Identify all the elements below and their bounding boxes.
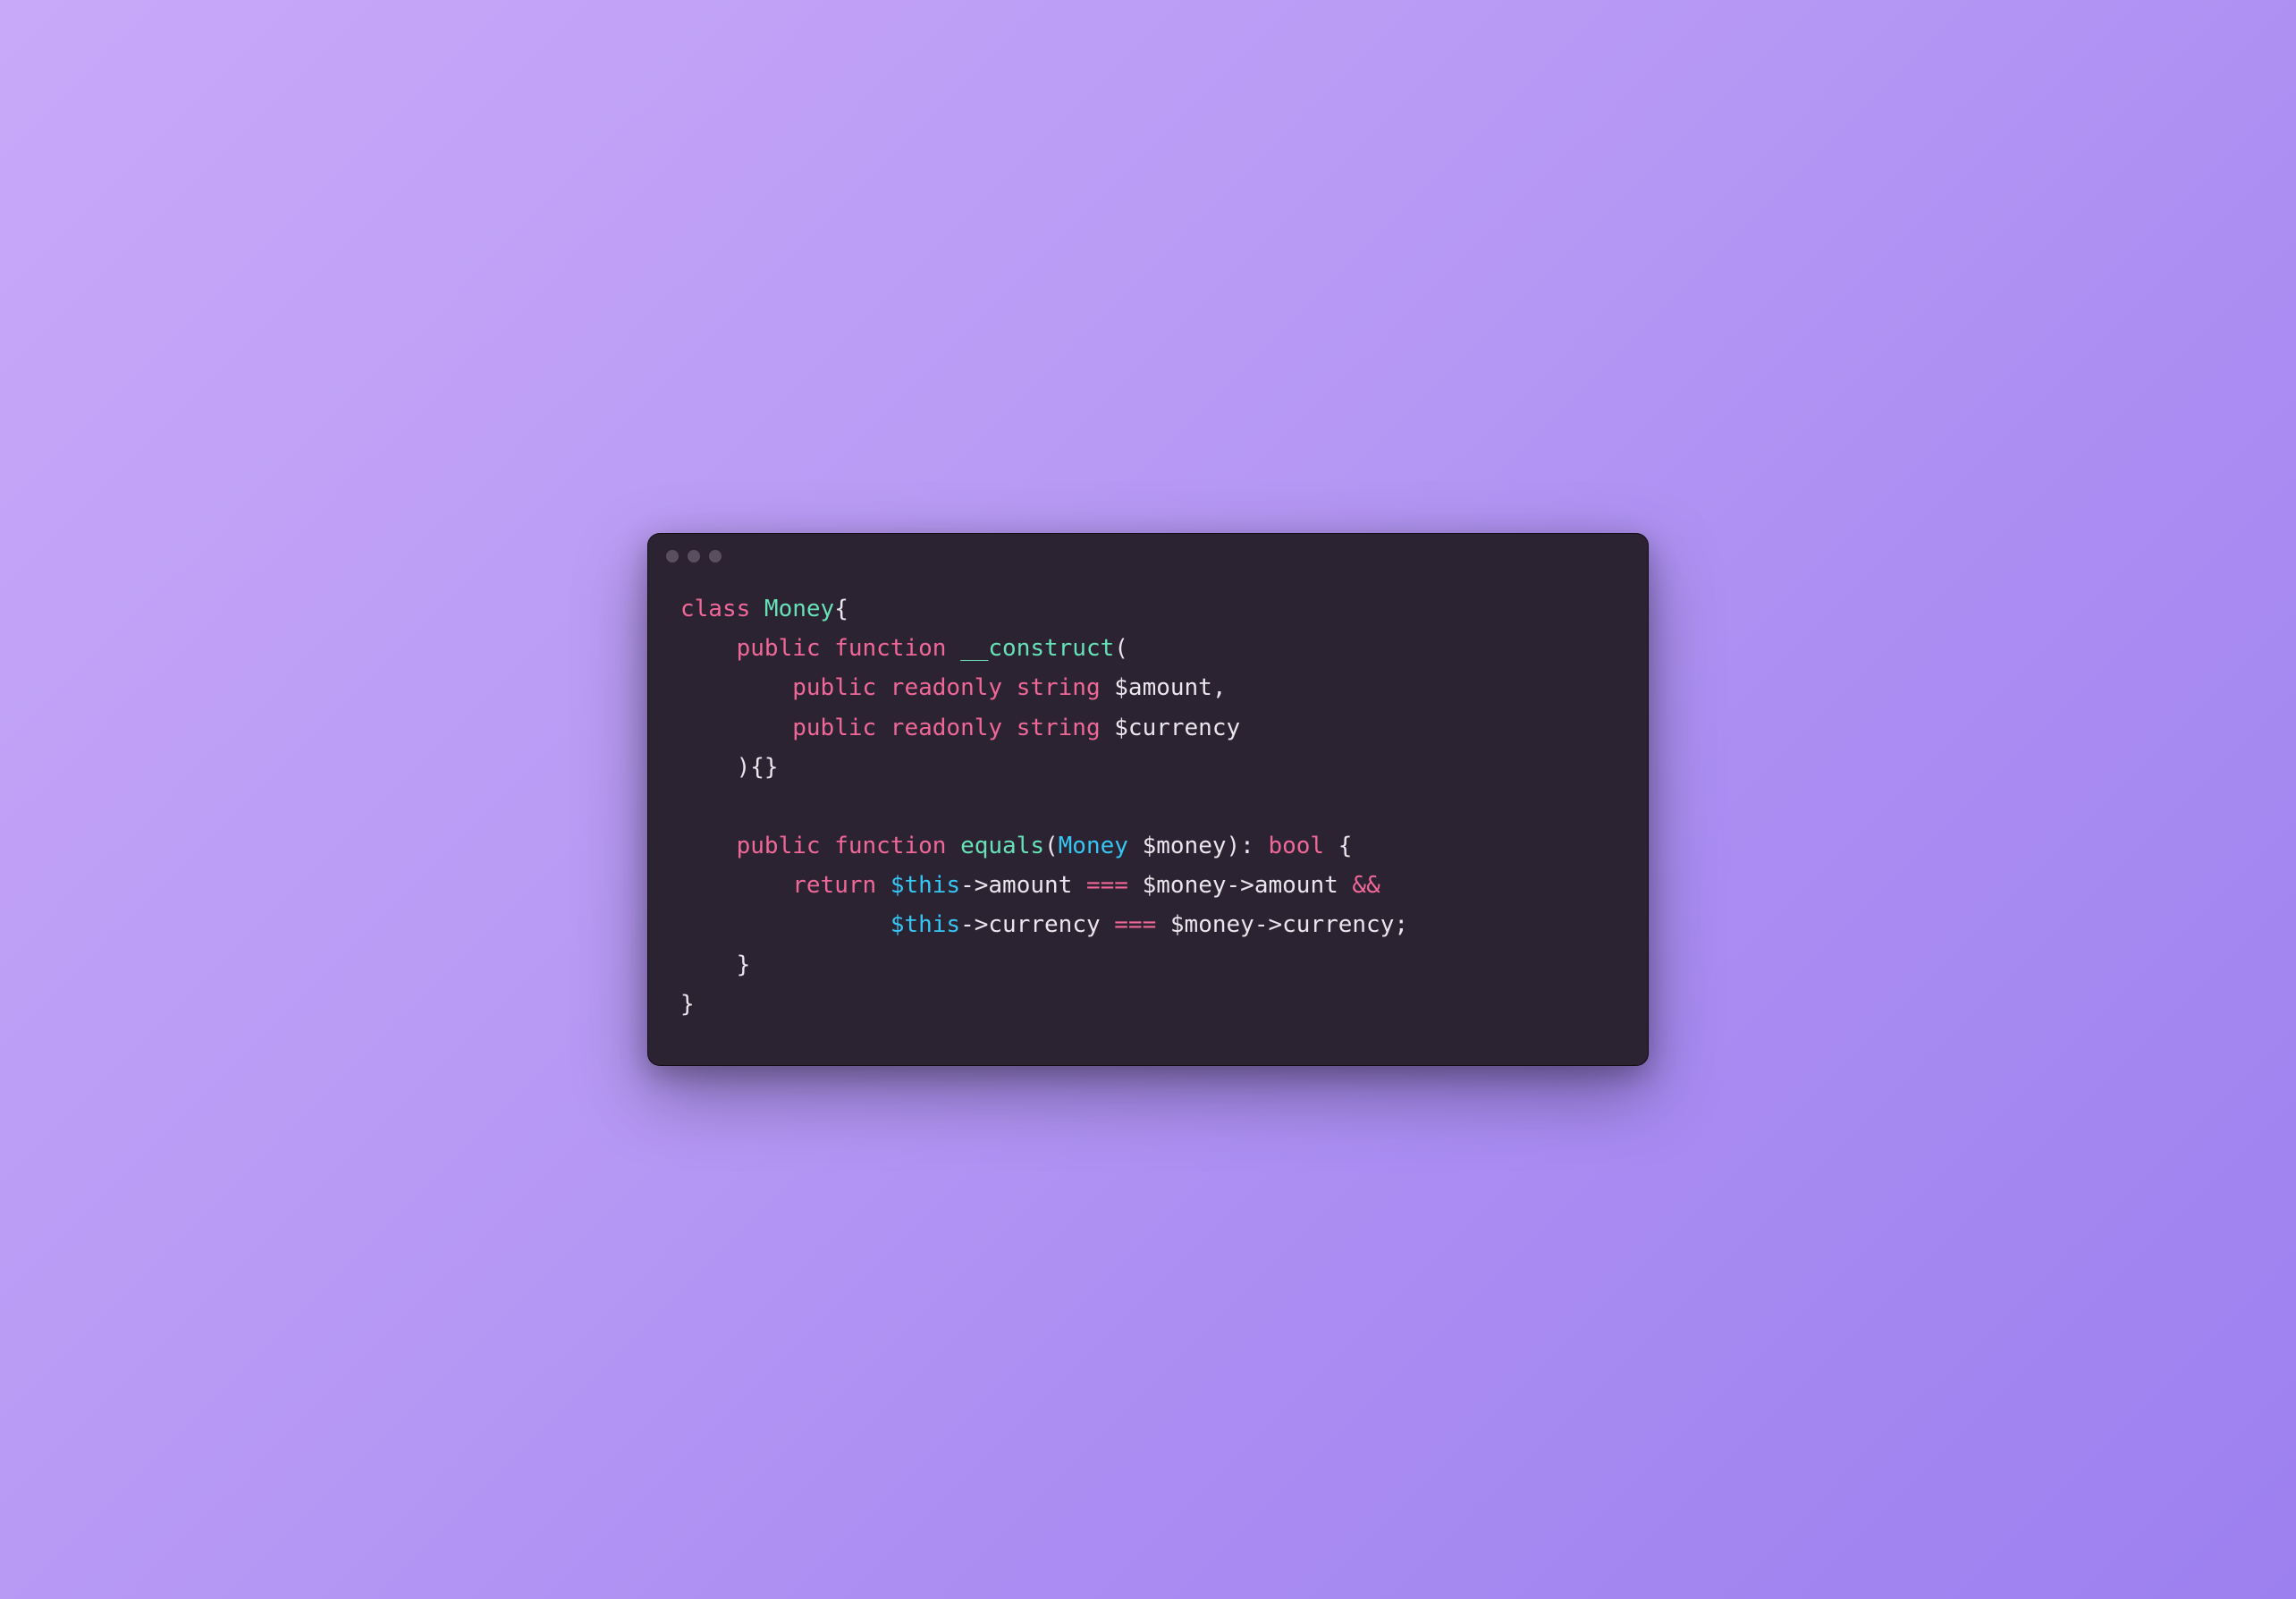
code-token: class bbox=[680, 596, 764, 622]
code-token: public readonly bbox=[792, 715, 1016, 741]
code-token: public function bbox=[737, 635, 960, 662]
code-token: $this bbox=[891, 872, 960, 899]
code-line: ){} bbox=[680, 754, 779, 781]
code-line: public readonly string $currency bbox=[680, 715, 1240, 741]
code-token: Money bbox=[764, 596, 834, 622]
code-token: $currency bbox=[1114, 715, 1240, 741]
code-token: ->amount bbox=[1227, 872, 1353, 899]
code-line: class Money{ bbox=[680, 596, 848, 622]
code-token bbox=[680, 715, 792, 741]
window-titlebar bbox=[648, 534, 1648, 570]
code-line: } bbox=[680, 991, 695, 1018]
code-token: string bbox=[1017, 674, 1115, 701]
code-line: public function equals(Money $money): bo… bbox=[680, 833, 1352, 859]
code-token: ( bbox=[1044, 833, 1059, 859]
code-token bbox=[680, 635, 737, 662]
code-token: ( bbox=[1114, 635, 1128, 662]
code-token: public function bbox=[737, 833, 960, 859]
code-token bbox=[680, 872, 792, 899]
code-token: } bbox=[680, 952, 750, 978]
code-token: $amount bbox=[1114, 674, 1212, 701]
code-token: ): bbox=[1227, 833, 1269, 859]
code-token: $money bbox=[1170, 911, 1254, 938]
code-token bbox=[680, 833, 737, 859]
code-block: class Money{ public function __construct… bbox=[648, 570, 1648, 1065]
traffic-light-close-icon[interactable] bbox=[666, 550, 679, 563]
code-token: bool bbox=[1268, 833, 1324, 859]
code-token: && bbox=[1352, 872, 1380, 899]
code-token: { bbox=[834, 596, 848, 622]
code-token: ->currency bbox=[960, 911, 1114, 938]
code-token: equals bbox=[960, 833, 1044, 859]
code-token: $money bbox=[1143, 872, 1227, 899]
code-token: Money bbox=[1059, 833, 1143, 859]
code-token: return bbox=[792, 872, 891, 899]
code-token: $money bbox=[1143, 833, 1227, 859]
code-token bbox=[680, 674, 792, 701]
code-token bbox=[680, 911, 891, 938]
code-line: } bbox=[680, 952, 750, 978]
code-token: $this bbox=[891, 911, 960, 938]
traffic-light-minimize-icon[interactable] bbox=[688, 550, 700, 563]
code-line: public function __construct( bbox=[680, 635, 1128, 662]
code-token: === bbox=[1114, 911, 1170, 938]
code-window: class Money{ public function __construct… bbox=[647, 533, 1649, 1066]
code-line: return $this->amount === $money->amount … bbox=[680, 872, 1380, 899]
code-line: public readonly string $amount, bbox=[680, 674, 1227, 701]
code-token: } bbox=[680, 991, 695, 1018]
code-token: ->amount bbox=[960, 872, 1086, 899]
code-token: public readonly bbox=[792, 674, 1016, 701]
code-token: string bbox=[1017, 715, 1115, 741]
code-token: , bbox=[1212, 674, 1227, 701]
code-token: ->currency; bbox=[1254, 911, 1408, 938]
traffic-light-zoom-icon[interactable] bbox=[709, 550, 722, 563]
code-token: __construct bbox=[960, 635, 1114, 662]
code-line: $this->currency === $money->currency; bbox=[680, 911, 1408, 938]
code-token: { bbox=[1324, 833, 1352, 859]
code-token: ){} bbox=[680, 754, 779, 781]
code-token: === bbox=[1086, 872, 1143, 899]
